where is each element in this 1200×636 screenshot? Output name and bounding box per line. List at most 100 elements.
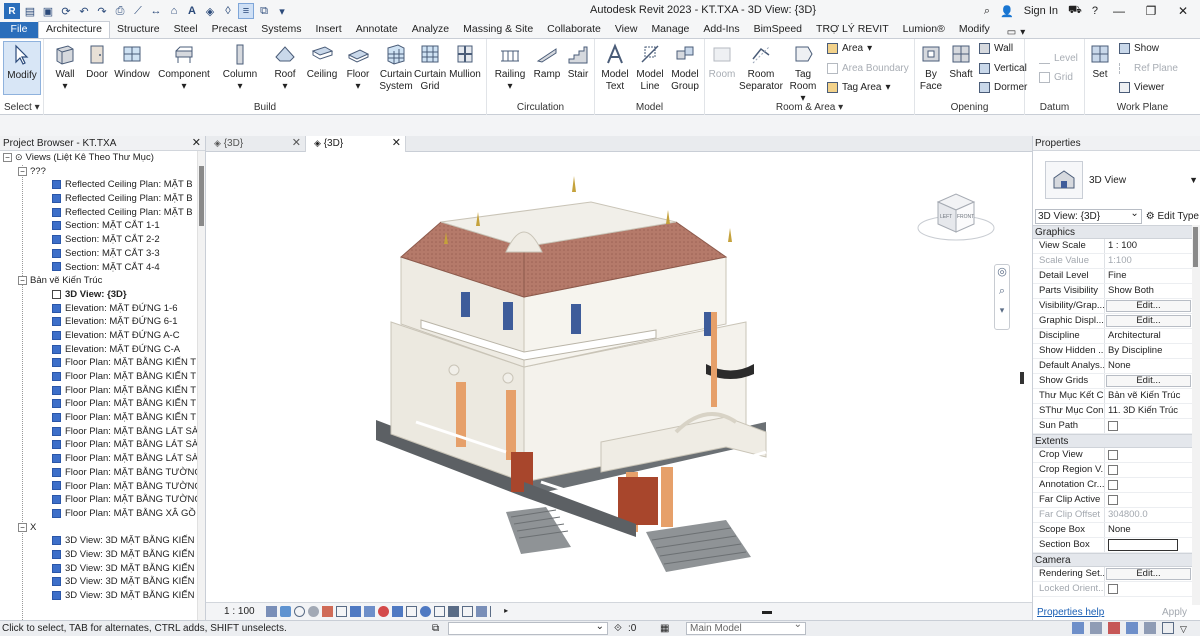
crop-view-icon[interactable] (350, 606, 362, 617)
model-line-button[interactable]: Model Line (633, 41, 667, 93)
tab-structure[interactable]: Structure (110, 22, 167, 38)
edit-button[interactable]: Edit... (1106, 375, 1191, 387)
drag-elements-icon[interactable] (1144, 622, 1156, 634)
lock-view-icon[interactable] (336, 606, 348, 617)
properties-scrollbar[interactable] (1192, 225, 1200, 605)
close-tab-icon[interactable]: ✕ (392, 136, 401, 151)
type-selector[interactable]: 3D View ▼ (1033, 151, 1200, 206)
window-button[interactable]: Window (114, 41, 150, 81)
curtain-system-button[interactable]: Curtain System (378, 41, 414, 93)
view-tab-3d-inactive[interactable]: ◈ {3D} ✕ (206, 136, 306, 152)
checkbox[interactable] (1108, 584, 1118, 594)
tree-group-header[interactable]: −??? (0, 165, 198, 179)
tree-item[interactable]: 3D View: {3D} (0, 288, 198, 302)
property-value[interactable] (1105, 419, 1193, 433)
tree-item[interactable]: Floor Plan: MẶT BẰNG KIẾN TI (0, 397, 198, 411)
tab-architecture[interactable]: Architecture (38, 21, 111, 38)
apply-button[interactable]: Apply (1162, 607, 1197, 618)
properties-help-link[interactable]: Properties help (1037, 607, 1104, 618)
dimension-icon[interactable]: ↔ (148, 3, 164, 19)
zoom-icon[interactable]: ⌕ (995, 285, 1009, 305)
edit-button[interactable]: Edit... (1106, 300, 1191, 312)
canvas-scroll-marker[interactable] (1020, 372, 1024, 384)
revit-logo-icon[interactable]: R (4, 3, 20, 19)
collapse-icon[interactable]: − (18, 276, 27, 286)
collapse-icon[interactable]: − (3, 152, 12, 162)
tree-item[interactable]: Section: MẶT CẮT 2-2 (0, 233, 198, 247)
tree-item[interactable]: Reflected Ceiling Plan: MẶT B (0, 178, 198, 192)
tree-item[interactable]: 3D View: 3D MẶT BẰNG KIẾN (0, 534, 198, 548)
detail-level-icon[interactable] (266, 606, 278, 617)
section-icon[interactable]: ◊ (220, 3, 236, 19)
tree-item[interactable]: Floor Plan: MẶT BẰNG KIẾN TI (0, 384, 198, 398)
property-value[interactable]: Edit... (1105, 374, 1193, 388)
worksets-icon[interactable]: ⧉ (432, 621, 439, 636)
analytical-icon[interactable] (420, 606, 432, 617)
tree-item[interactable]: Floor Plan: MẶT BẰNG TƯỜNG (0, 493, 198, 507)
viewer-button[interactable]: Viewer (1119, 82, 1164, 93)
editable-icon[interactable]: ⟐ (614, 621, 622, 636)
shaft-button[interactable]: Shaft (947, 41, 975, 81)
property-group-header[interactable]: Graphics (1033, 225, 1193, 239)
undo-icon[interactable]: ↶ (76, 3, 92, 19)
tab-insert[interactable]: Insert (308, 22, 348, 38)
tree-item[interactable]: 3D View: 3D MẶT BẰNG KIẾN (0, 548, 198, 562)
tag-room-button[interactable]: Tag Room ▾ (787, 41, 819, 105)
property-value[interactable] (1105, 463, 1193, 477)
sign-in-link[interactable]: Sign In (1024, 5, 1058, 17)
render-icon[interactable] (322, 606, 334, 617)
nav-dropdown-icon[interactable]: ▾ (995, 305, 1009, 325)
property-value[interactable]: None (1105, 359, 1193, 373)
area-boundary-button[interactable]: Area Boundary (827, 63, 909, 74)
collapse-icon[interactable]: − (18, 522, 27, 532)
help-button[interactable]: ? (1092, 5, 1098, 17)
ribbon-dropdown-icon[interactable]: ▾ (1020, 27, 1025, 38)
tab-analyze[interactable]: Analyze (405, 22, 456, 38)
by-face-button[interactable]: By Face (917, 41, 945, 93)
property-group-header[interactable]: Camera (1033, 553, 1193, 567)
text-icon[interactable]: A (184, 3, 200, 19)
property-value[interactable]: Fine (1105, 269, 1193, 283)
edit-type-button[interactable]: ⚙ Edit Type (1146, 211, 1199, 222)
tree-item[interactable]: Elevation: MẶT ĐỨNG C-A (0, 343, 198, 357)
instance-select[interactable]: 3D View: {3D} (1035, 207, 1142, 224)
view-scale[interactable]: 1 : 100 (206, 606, 265, 617)
cart-icon[interactable]: ⛟ (1068, 4, 1082, 18)
wall-button[interactable]: Wall ▾ (50, 41, 80, 93)
filter-status-icon[interactable] (1162, 622, 1174, 634)
property-group-header[interactable]: Extents (1033, 434, 1193, 448)
select-links-icon[interactable] (1072, 622, 1084, 634)
redo-icon[interactable]: ↷ (94, 3, 110, 19)
railing-button[interactable]: Railing ▾ (493, 41, 527, 93)
tree-item[interactable]: 3D View: 3D MẶT BẰNG KIẾN (0, 575, 198, 589)
print-icon[interactable]: ⎙ (112, 3, 128, 19)
edit-button[interactable]: Edit... (1106, 315, 1191, 327)
tree-item[interactable]: Floor Plan: MẶT BẰNG LÁT SÀ (0, 425, 198, 439)
tab-view[interactable]: View (608, 22, 645, 38)
customize-qat-icon[interactable]: ▾ (274, 3, 290, 19)
sync-icon[interactable]: ⟳ (58, 3, 74, 19)
area-button[interactable]: Area ▾ (827, 43, 872, 54)
switch-windows-icon[interactable]: ⧉ (256, 3, 272, 19)
tree-item[interactable]: Floor Plan: MẶT BẰNG KIẾN TI (0, 411, 198, 425)
tab-steel[interactable]: Steel (167, 22, 205, 38)
tree-item[interactable]: Elevation: MẶT ĐỨNG A-C (0, 329, 198, 343)
view-tab-3d-active[interactable]: ◈ {3D} ✕ (306, 136, 406, 152)
select-pinned-icon[interactable] (1108, 622, 1120, 634)
scrollbar-thumb[interactable] (1193, 227, 1198, 267)
tab-manage[interactable]: Manage (644, 22, 696, 38)
restore-icon[interactable]: ❐ (1140, 4, 1162, 18)
tree-group-header[interactable]: − X (0, 521, 198, 535)
checkbox[interactable] (1108, 539, 1178, 551)
dormer-button[interactable]: Dormer (979, 82, 1027, 93)
collapse-icon[interactable]: − (18, 166, 27, 176)
tab-systems[interactable]: Systems (254, 22, 308, 38)
zero-filter-icon[interactable]: ▽ (1180, 622, 1192, 634)
user-icon[interactable]: 👤 (1000, 5, 1014, 18)
model-text-button[interactable]: Model Text (598, 41, 632, 93)
room-separator-button[interactable]: Room Separator (739, 41, 783, 93)
wall-opening-button[interactable]: Wall (979, 43, 1013, 54)
tree-item[interactable]: Section: MẶT CẮT 1-1 (0, 219, 198, 233)
filter-icon[interactable] (476, 606, 488, 617)
measure-icon[interactable]: ⟋ (130, 3, 146, 19)
